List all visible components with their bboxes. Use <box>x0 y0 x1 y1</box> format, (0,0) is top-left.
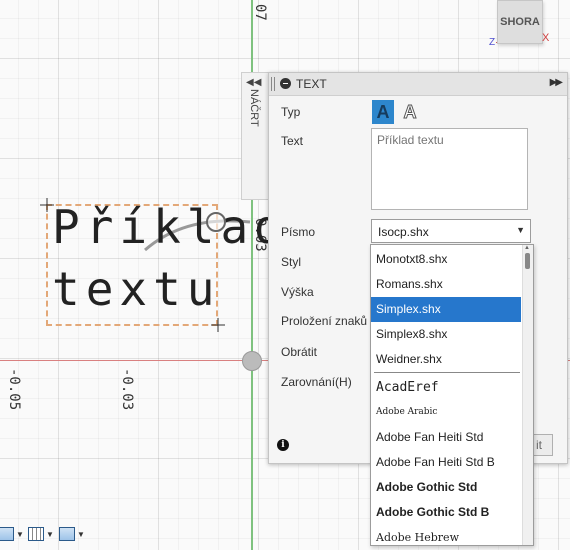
outline-text-type-button[interactable]: A <box>399 100 421 124</box>
expand-icon[interactable]: ▶▶ <box>550 77 563 88</box>
grid-settings-button[interactable]: ▼ <box>28 524 54 544</box>
alignment-label: Zarovnání(H) <box>281 375 352 389</box>
chevron-down-icon: ▼ <box>77 529 85 539</box>
spacing-label: Proložení znaků <box>281 314 368 328</box>
text-label: Text <box>281 134 304 148</box>
viewports-icon <box>59 527 75 541</box>
font-option[interactable]: Adobe Gothic Std B <box>371 500 521 525</box>
rotate-handle[interactable] <box>206 212 226 232</box>
dimension-bottom-mid: -0.03 <box>119 368 135 411</box>
filled-text-type-button[interactable]: A <box>372 100 394 124</box>
chevron-down-icon: ▼ <box>16 529 24 539</box>
font-option[interactable]: Monotxt8.shx <box>371 247 521 272</box>
type-label: Typ <box>281 105 301 119</box>
origin-point[interactable] <box>242 351 262 371</box>
dialog-header[interactable]: TEXT ▶▶ <box>269 73 567 96</box>
font-option[interactable]: Weidner.shx <box>371 347 521 372</box>
font-option[interactable]: Adobe Fan Heiti Std <box>371 425 521 450</box>
style-label: Styl <box>281 255 302 269</box>
flip-label: Obrátit <box>281 345 318 359</box>
dropdown-scrollbar[interactable]: ▲ <box>522 245 533 545</box>
font-dropdown-list[interactable]: Monotxt8.shx Romans.shx Simplex.shx Simp… <box>370 244 534 546</box>
grid-icon <box>28 527 44 541</box>
sketch-palette-tab[interactable]: ◀◀ NÁČRT <box>241 72 270 200</box>
viewcube-x-label: X <box>542 32 550 44</box>
font-option[interactable]: Romans.shx <box>371 272 521 297</box>
sketch-palette-label: NÁČRT <box>248 89 260 127</box>
font-select-value: Isocp.shx <box>378 225 429 239</box>
font-option[interactable]: Adobe Gothic Std <box>371 475 521 500</box>
font-option[interactable]: AcadEref <box>371 375 521 400</box>
info-icon[interactable]: i <box>277 439 289 451</box>
grip-icon[interactable] <box>271 77 275 91</box>
text-input[interactable] <box>371 128 528 210</box>
sketch-text-line-2[interactable]: textu <box>52 262 220 316</box>
dimension-top: 07 <box>252 4 268 21</box>
font-option[interactable]: Adobe Fan Heiti Std B <box>371 450 521 475</box>
dimension-bottom-left: -0.05 <box>6 368 22 411</box>
chevron-down-icon: ▼ <box>46 529 54 539</box>
viewcube[interactable]: SHORA <box>497 0 543 44</box>
font-option[interactable]: Adobe Arabic <box>371 400 521 425</box>
height-label: Výška <box>281 285 314 299</box>
font-option[interactable]: Adobe Hebrew <box>371 525 521 545</box>
collapse-icon[interactable] <box>280 78 291 89</box>
collapse-arrows-icon[interactable]: ◀◀ <box>246 77 261 88</box>
display-settings-button[interactable]: ▼ <box>0 524 24 544</box>
viewcube-z-label: Z <box>489 37 496 48</box>
sketch-text-line-1[interactable]: Příklad <box>52 200 288 254</box>
font-label: Písmo <box>281 225 316 239</box>
dialog-title: TEXT <box>296 77 327 91</box>
scrollbar-thumb[interactable] <box>525 253 530 269</box>
dropdown-separator <box>374 372 520 373</box>
display-icon <box>0 527 14 541</box>
font-option-selected[interactable]: Simplex.shx <box>371 297 521 322</box>
viewports-button[interactable]: ▼ <box>59 524 85 544</box>
dropdown-caret-icon: ▼ <box>516 225 525 235</box>
font-option[interactable]: Simplex8.shx <box>371 322 521 347</box>
scroll-up-icon[interactable]: ▲ <box>524 245 530 251</box>
font-select[interactable]: Isocp.shx ▼ <box>371 219 531 243</box>
corner-cross-icon <box>211 318 225 332</box>
